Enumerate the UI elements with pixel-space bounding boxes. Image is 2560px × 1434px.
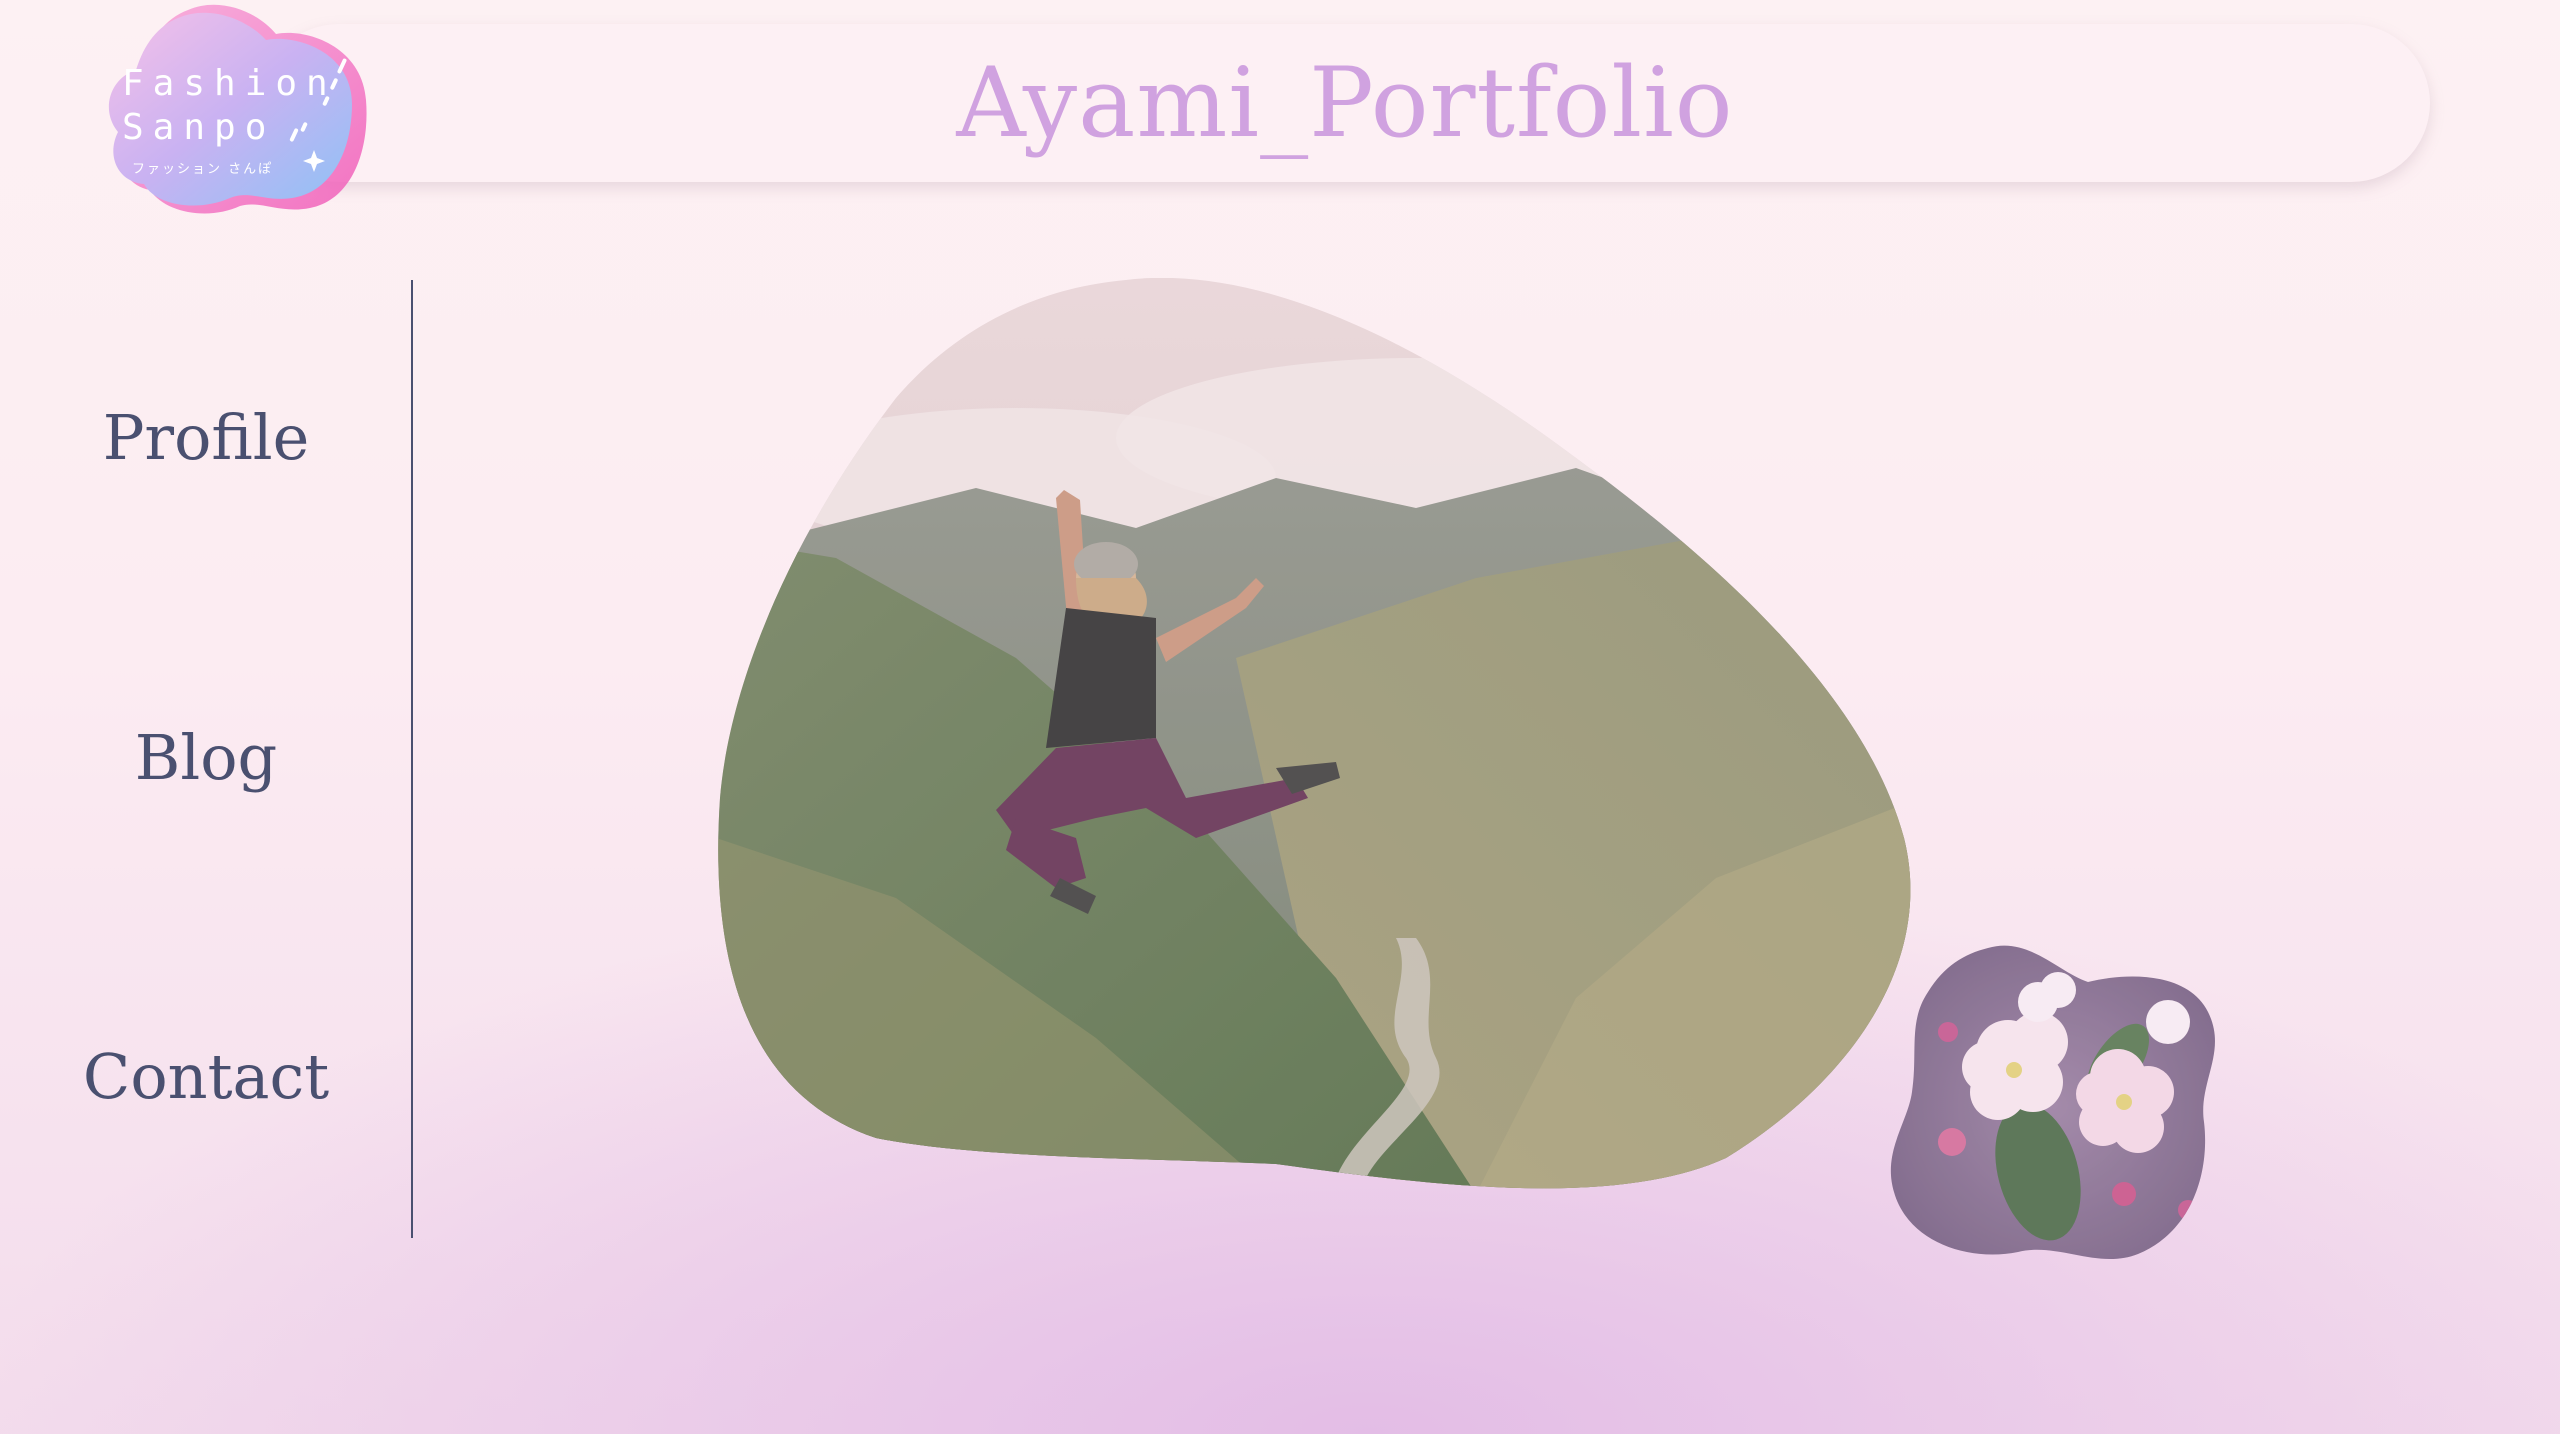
page-title: Ayami_Portfolio xyxy=(956,47,1734,159)
logo-line-2: Sanpo xyxy=(122,107,276,148)
flower-photo xyxy=(1888,942,2220,1270)
fashion-sanpo-logo[interactable]: Fashion Sanpo ファッション さんぽ xyxy=(70,0,380,240)
logo-subtitle: ファッション さんぽ xyxy=(132,162,274,177)
sidebar-divider xyxy=(411,280,413,1238)
nav-item-blog[interactable]: Blog xyxy=(0,718,412,798)
hero-photo xyxy=(716,278,1920,1194)
nav-item-profile[interactable]: Profile xyxy=(0,398,412,478)
sidebar-nav: Profile Blog Contact xyxy=(0,280,413,1238)
nav-item-contact[interactable]: Contact xyxy=(0,1037,412,1117)
logo-line-1: Fashion xyxy=(122,63,337,104)
header-bar: Ayami_Portfolio xyxy=(260,24,2430,182)
